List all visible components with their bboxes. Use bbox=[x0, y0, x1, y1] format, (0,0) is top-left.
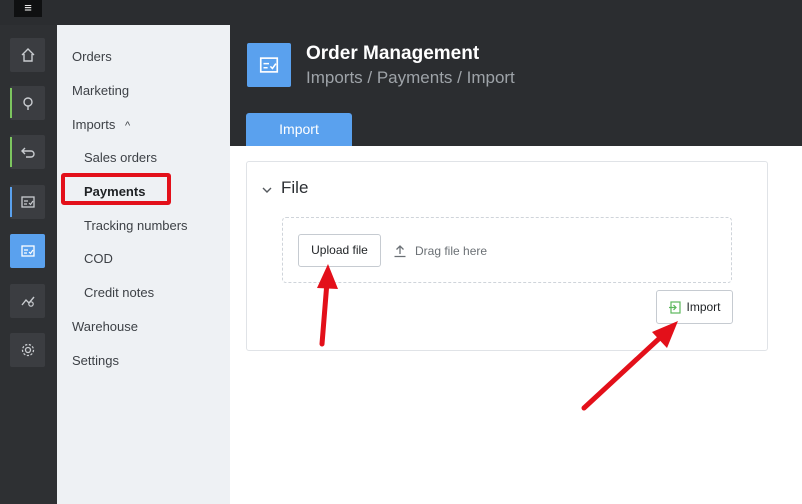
nav-imports-label: Imports bbox=[72, 117, 116, 132]
breadcrumb: Imports / Payments / Import bbox=[306, 68, 515, 87]
order-management-icon[interactable] bbox=[10, 234, 45, 268]
payments-highlight-annotation bbox=[61, 173, 171, 205]
import-button-label: Import bbox=[686, 300, 721, 314]
order-management-app-icon bbox=[247, 43, 291, 87]
page-title: Order Management bbox=[306, 43, 480, 64]
nav-warehouse[interactable]: Warehouse bbox=[72, 319, 138, 334]
import-button[interactable]: Import bbox=[656, 290, 733, 324]
nav-credit-notes[interactable]: Credit notes bbox=[84, 285, 154, 300]
file-card: File Upload file Drag file here Import bbox=[246, 161, 768, 351]
side-nav: Orders Marketing Imports ^ Sales orders … bbox=[57, 25, 230, 504]
tab-import[interactable]: Import bbox=[246, 113, 352, 146]
home-icon[interactable] bbox=[10, 38, 45, 72]
chevron-down-icon[interactable] bbox=[262, 183, 272, 197]
nav-tracking-numbers[interactable]: Tracking numbers bbox=[84, 218, 188, 233]
import-icon bbox=[669, 300, 682, 314]
file-section-title: File bbox=[281, 178, 309, 197]
hamburger-menu-icon[interactable]: ≡ bbox=[14, 0, 42, 17]
icon-rail bbox=[0, 25, 57, 504]
return-arrow-icon[interactable] bbox=[10, 135, 45, 169]
upload-file-button[interactable]: Upload file bbox=[298, 234, 381, 267]
chevron-up-icon: ^ bbox=[124, 120, 131, 132]
order-doc-icon[interactable] bbox=[10, 185, 45, 219]
nav-marketing[interactable]: Marketing bbox=[72, 83, 129, 98]
file-dropzone[interactable]: Upload file Drag file here bbox=[282, 217, 732, 283]
settings-gear-icon[interactable] bbox=[10, 333, 45, 367]
upload-icon bbox=[394, 244, 406, 257]
analytics-icon[interactable] bbox=[10, 284, 45, 318]
nav-settings[interactable]: Settings bbox=[72, 353, 119, 368]
nav-imports[interactable]: Imports ^ bbox=[72, 117, 130, 132]
drag-area[interactable]: Drag file here bbox=[393, 234, 487, 267]
nav-sales-orders[interactable]: Sales orders bbox=[84, 150, 157, 165]
nav-cod[interactable]: COD bbox=[84, 251, 113, 266]
drag-file-label: Drag file here bbox=[415, 243, 488, 258]
page-header: Order Management Imports / Payments / Im… bbox=[230, 25, 802, 146]
top-bar: ≡ bbox=[0, 0, 802, 25]
nav-orders[interactable]: Orders bbox=[72, 49, 112, 64]
location-pin-icon[interactable] bbox=[10, 86, 45, 120]
